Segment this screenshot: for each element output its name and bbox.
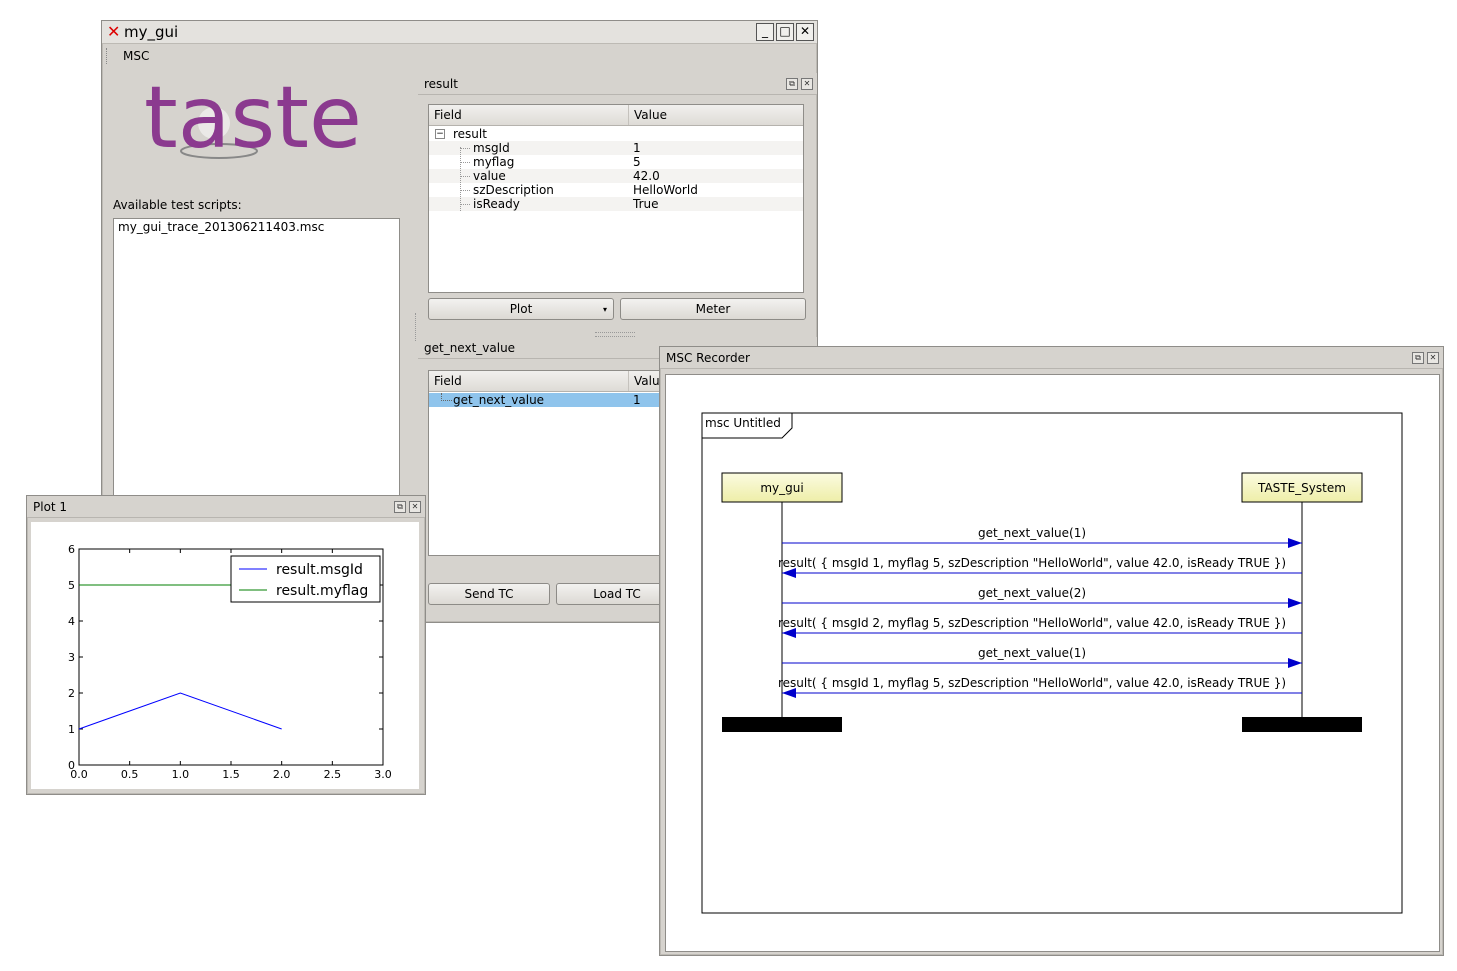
- msc-diagram: msc Untitled my_gui TASTE_System get_next_v…: [701, 412, 1403, 914]
- y-tick-label: 1: [68, 723, 75, 736]
- plot-canvas: 0.0 0.5 1.0 1.5 2.0 2.5 3.0 0 1 2 3 4 5 6 result.msgId…: [31, 522, 419, 789]
- maximize-icon[interactable]: □: [776, 23, 794, 41]
- scripts-label: Available test scripts:: [113, 198, 242, 212]
- result-dock-title[interactable]: result ⧉ ✕: [418, 73, 817, 95]
- close-icon[interactable]: ✕: [796, 23, 814, 41]
- plot-window: Plot 1 ⧉ ✕ 0.0 0.5 1.0 1.5 2.0 2.5 3.0 0 1 2 3 4 5 6 re…: [26, 495, 426, 795]
- plot-button[interactable]: Plot ▾: [428, 298, 614, 320]
- close-icon[interactable]: ✕: [409, 501, 421, 513]
- float-icon[interactable]: ⧉: [394, 501, 406, 513]
- script-list-item[interactable]: my_gui_trace_201306211403.msc: [114, 219, 399, 235]
- legend-label: result.myflag: [276, 583, 368, 599]
- line-chart: 0.0 0.5 1.0 1.5 2.0 2.5 3.00123456result.msgId…: [68, 543, 392, 781]
- column-header-value[interactable]: Value: [629, 105, 803, 125]
- dropdown-arrow-icon: ▾: [602, 305, 607, 314]
- y-tick-label: 3: [68, 651, 75, 664]
- column-header-field[interactable]: Field: [429, 371, 629, 391]
- send-tc-button[interactable]: Send TC: [428, 583, 550, 605]
- msc-frame-label: msc Untitled: [705, 416, 781, 430]
- msc-instance-label: TASTE_System: [1257, 481, 1346, 495]
- legend-label: result.msgId: [276, 562, 363, 578]
- x-tick-label: 1.0: [172, 768, 190, 781]
- x-tick-label: 1.5: [222, 768, 240, 781]
- collapse-icon[interactable]: −: [435, 129, 445, 139]
- float-icon[interactable]: ⧉: [1412, 352, 1424, 364]
- y-tick-label: 0: [68, 759, 75, 772]
- y-tick-label: 4: [68, 615, 75, 628]
- msc-message-label[interactable]: result( { msgId 1, myflag 5, szDescripti…: [778, 676, 1286, 690]
- tree-row[interactable]: msgId 1: [429, 141, 803, 155]
- tree-row-root[interactable]: − result: [429, 127, 803, 141]
- menu-bar: MSC: [102, 44, 817, 68]
- y-tick-label: 2: [68, 687, 75, 700]
- column-header-field[interactable]: Field: [429, 105, 629, 125]
- y-tick-label: 5: [68, 579, 75, 592]
- tree-row[interactable]: szDescription HelloWorld: [429, 183, 803, 197]
- msc-window-title[interactable]: MSC Recorder ⧉ ✕: [660, 347, 1443, 369]
- x-tick-label: 2.0: [273, 768, 291, 781]
- scripts-list[interactable]: my_gui_trace_201306211403.msc: [113, 218, 400, 500]
- menu-item-msc[interactable]: MSC: [123, 49, 149, 63]
- float-icon[interactable]: ⧉: [786, 78, 798, 90]
- y-tick-label: 6: [68, 543, 75, 556]
- logo-text: taste: [144, 71, 362, 168]
- msc-canvas: msc Untitled my_gui TASTE_System get_next_v…: [665, 374, 1440, 952]
- minimize-icon[interactable]: _: [756, 23, 774, 41]
- msc-instance-end: [722, 717, 842, 732]
- close-icon[interactable]: ✕: [1427, 352, 1439, 364]
- plot-window-title[interactable]: Plot 1 ⧉ ✕: [27, 496, 425, 518]
- x-tick-label: 2.5: [324, 768, 342, 781]
- msc-message-label[interactable]: get_next_value(2): [978, 586, 1086, 600]
- main-window-title: my_gui: [124, 23, 179, 41]
- main-title-bar[interactable]: ✕ my_gui _ □ ✕: [102, 21, 817, 44]
- taste-logo: taste: [144, 68, 394, 171]
- msc-message-label[interactable]: get_next_value(1): [978, 646, 1086, 660]
- tree-row[interactable]: value 42.0: [429, 169, 803, 183]
- result-dock: result ⧉ ✕ Field Value − result msgId 1 m…: [418, 73, 817, 331]
- app-x-icon: ✕: [107, 22, 121, 41]
- msc-instance-end: [1242, 717, 1362, 732]
- meter-button[interactable]: Meter: [620, 298, 806, 320]
- msc-message-label[interactable]: result( { msgId 1, myflag 5, szDescripti…: [778, 556, 1286, 570]
- msc-instance-label: my_gui: [760, 481, 803, 495]
- tree-row[interactable]: myflag 5: [429, 155, 803, 169]
- msc-message-label[interactable]: result( { msgId 2, myflag 5, szDescripti…: [778, 616, 1286, 630]
- result-tree[interactable]: Field Value − result msgId 1 myflag 5 va…: [428, 104, 804, 293]
- x-tick-label: 3.0: [374, 768, 392, 781]
- msc-recorder-window: MSC Recorder ⧉ ✕ msc Untitled my_gui TASTE_…: [659, 346, 1444, 956]
- x-tick-label: 0.5: [121, 768, 138, 781]
- tree-root-label: result: [453, 127, 487, 141]
- tree-row[interactable]: isReady True: [429, 197, 803, 211]
- msc-message-label[interactable]: get_next_value(1): [978, 526, 1086, 540]
- close-icon[interactable]: ✕: [801, 78, 813, 90]
- menu-grip-icon: [106, 48, 110, 64]
